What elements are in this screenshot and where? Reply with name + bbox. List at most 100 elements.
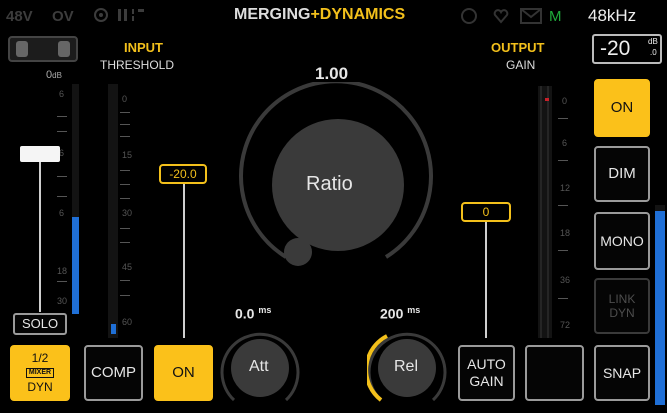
input-threshold-label: THRESHOLD: [100, 58, 175, 72]
ov-indicator: OV: [52, 8, 74, 25]
gr-meter-lane-right: [547, 86, 549, 338]
threshold-meter: [108, 84, 118, 338]
sample-rate: 48kHz: [588, 6, 637, 25]
output-level-decimal: .0: [650, 48, 657, 57]
input-fader-track: [39, 160, 41, 312]
gr-peak-marker: [545, 98, 549, 101]
threshold-scale-tick: [120, 170, 130, 171]
output-level-fill: [655, 211, 665, 405]
title-plus: +: [310, 6, 320, 23]
input-fader-handle[interactable]: [20, 146, 60, 162]
left-scale-label: 6: [59, 208, 65, 218]
routing-icon: [116, 6, 156, 24]
gain-scale-label: 6: [562, 138, 568, 148]
release-unit: ms: [407, 305, 421, 315]
input-level-fill: [72, 217, 79, 314]
output-level-meter: [655, 205, 665, 405]
output-gain-label: GAIN: [506, 58, 536, 72]
gear-icon: [92, 6, 110, 24]
attack-value-readout: 0.0 ms: [235, 305, 271, 322]
auto-gain-label-1: AUTO: [467, 356, 506, 373]
heart-icon: [492, 7, 510, 25]
gain-scale-label: 36: [560, 275, 571, 285]
gain-scale-tick: [558, 160, 568, 161]
threshold-scale-label: 0: [122, 94, 128, 104]
threshold-scale: 0 15 30 45 60: [120, 90, 140, 335]
link-dyn-button[interactable]: LINK DYN: [594, 278, 650, 334]
threshold-scale-label: 60: [122, 317, 133, 327]
output-gr-meter: [538, 86, 552, 338]
blank-button[interactable]: [525, 345, 584, 401]
threshold-scale-label: 45: [122, 262, 133, 272]
left-scale-tick: [57, 176, 67, 177]
left-scale-tick: [57, 131, 67, 132]
gain-scale-label: 0: [562, 96, 568, 106]
gain-scale-tick: [558, 118, 568, 119]
input-level-meter: [72, 84, 79, 314]
threshold-scale-tick: [120, 198, 130, 199]
gain-scale-tick: [558, 205, 568, 206]
threshold-scale-tick: [120, 280, 130, 281]
left-scale-label: 18: [57, 266, 68, 276]
attack-label: Att: [249, 358, 269, 375]
dyn-label: DYN: [27, 380, 53, 395]
output-level-value: -20: [600, 37, 631, 60]
gain-scale-label: 18: [560, 228, 571, 238]
gain-fader-track: [485, 222, 487, 338]
left-scale-label: 30: [57, 296, 68, 306]
threshold-scale-tick: [120, 295, 130, 296]
comp-button[interactable]: COMP: [84, 345, 143, 401]
release-value: 200: [380, 305, 404, 322]
on-button-right[interactable]: ON: [594, 79, 650, 137]
attack-unit: ms: [258, 305, 272, 315]
threshold-scale-tick: [120, 184, 130, 185]
threshold-scale-tick: [120, 124, 130, 125]
threshold-scale-tick: [120, 228, 130, 229]
toggle-right-tab: [58, 41, 70, 57]
solo-button[interactable]: SOLO: [13, 313, 67, 335]
link-dyn-label: DYN: [609, 306, 635, 320]
left-meter-unit: dB: [52, 71, 62, 80]
release-value-readout: 200 ms: [380, 305, 420, 322]
threshold-scale-tick: [120, 112, 130, 113]
left-meter-top-label: 0dB: [46, 69, 62, 81]
output-heading: OUTPUT: [491, 40, 545, 55]
auto-gain-button[interactable]: AUTO GAIN: [458, 345, 515, 401]
toggle-left-tab: [16, 41, 28, 57]
title-dynamics: DYNAMICS: [319, 6, 406, 23]
gain-value-box[interactable]: 0: [461, 202, 511, 222]
gain-scale-label: 12: [560, 183, 571, 193]
mono-button[interactable]: MONO: [594, 212, 650, 270]
release-label: Rel: [394, 358, 419, 375]
auto-gain-label-2: GAIN: [469, 373, 504, 389]
threshold-scale-tick: [120, 136, 130, 137]
mail-icon: [520, 8, 542, 24]
on-button-center[interactable]: ON: [154, 345, 213, 401]
threshold-value-box[interactable]: -20.0: [159, 164, 207, 184]
mixer-dyn-button[interactable]: 1/2 MIXER DYN: [10, 345, 70, 401]
phantom-indicator: 48V: [6, 8, 33, 25]
output-level-readout: -20 dB .0: [592, 34, 662, 64]
input-heading: INPUT: [124, 40, 163, 55]
snap-button[interactable]: SNAP: [594, 345, 650, 401]
dim-button[interactable]: DIM: [594, 146, 650, 202]
threshold-meter-fill: [111, 324, 116, 334]
title-merging: MERGING: [234, 6, 311, 23]
gain-scale-tick: [558, 250, 568, 251]
gain-scale: 0 6 12 18 36 72: [558, 90, 580, 335]
threshold-scale-label: 30: [122, 208, 133, 218]
app-title: MERGING+DYNAMICS: [234, 6, 405, 24]
left-scale-tick: [57, 281, 67, 282]
ratio-value: 1.00: [315, 64, 349, 83]
attack-value: 0.0: [235, 305, 255, 322]
gr-meter-lane-left: [540, 86, 542, 338]
threshold-scale-tick: [120, 242, 130, 243]
input-select-toggle[interactable]: [8, 36, 78, 62]
threshold-scale-label: 15: [122, 150, 133, 160]
link-label: LINK: [608, 291, 636, 306]
left-scale-tick: [57, 116, 67, 117]
m-indicator: M: [549, 8, 562, 25]
gain-scale-label: 72: [560, 320, 571, 330]
mixer-label: MIXER: [25, 367, 55, 379]
left-scale-label: 6: [59, 89, 65, 99]
